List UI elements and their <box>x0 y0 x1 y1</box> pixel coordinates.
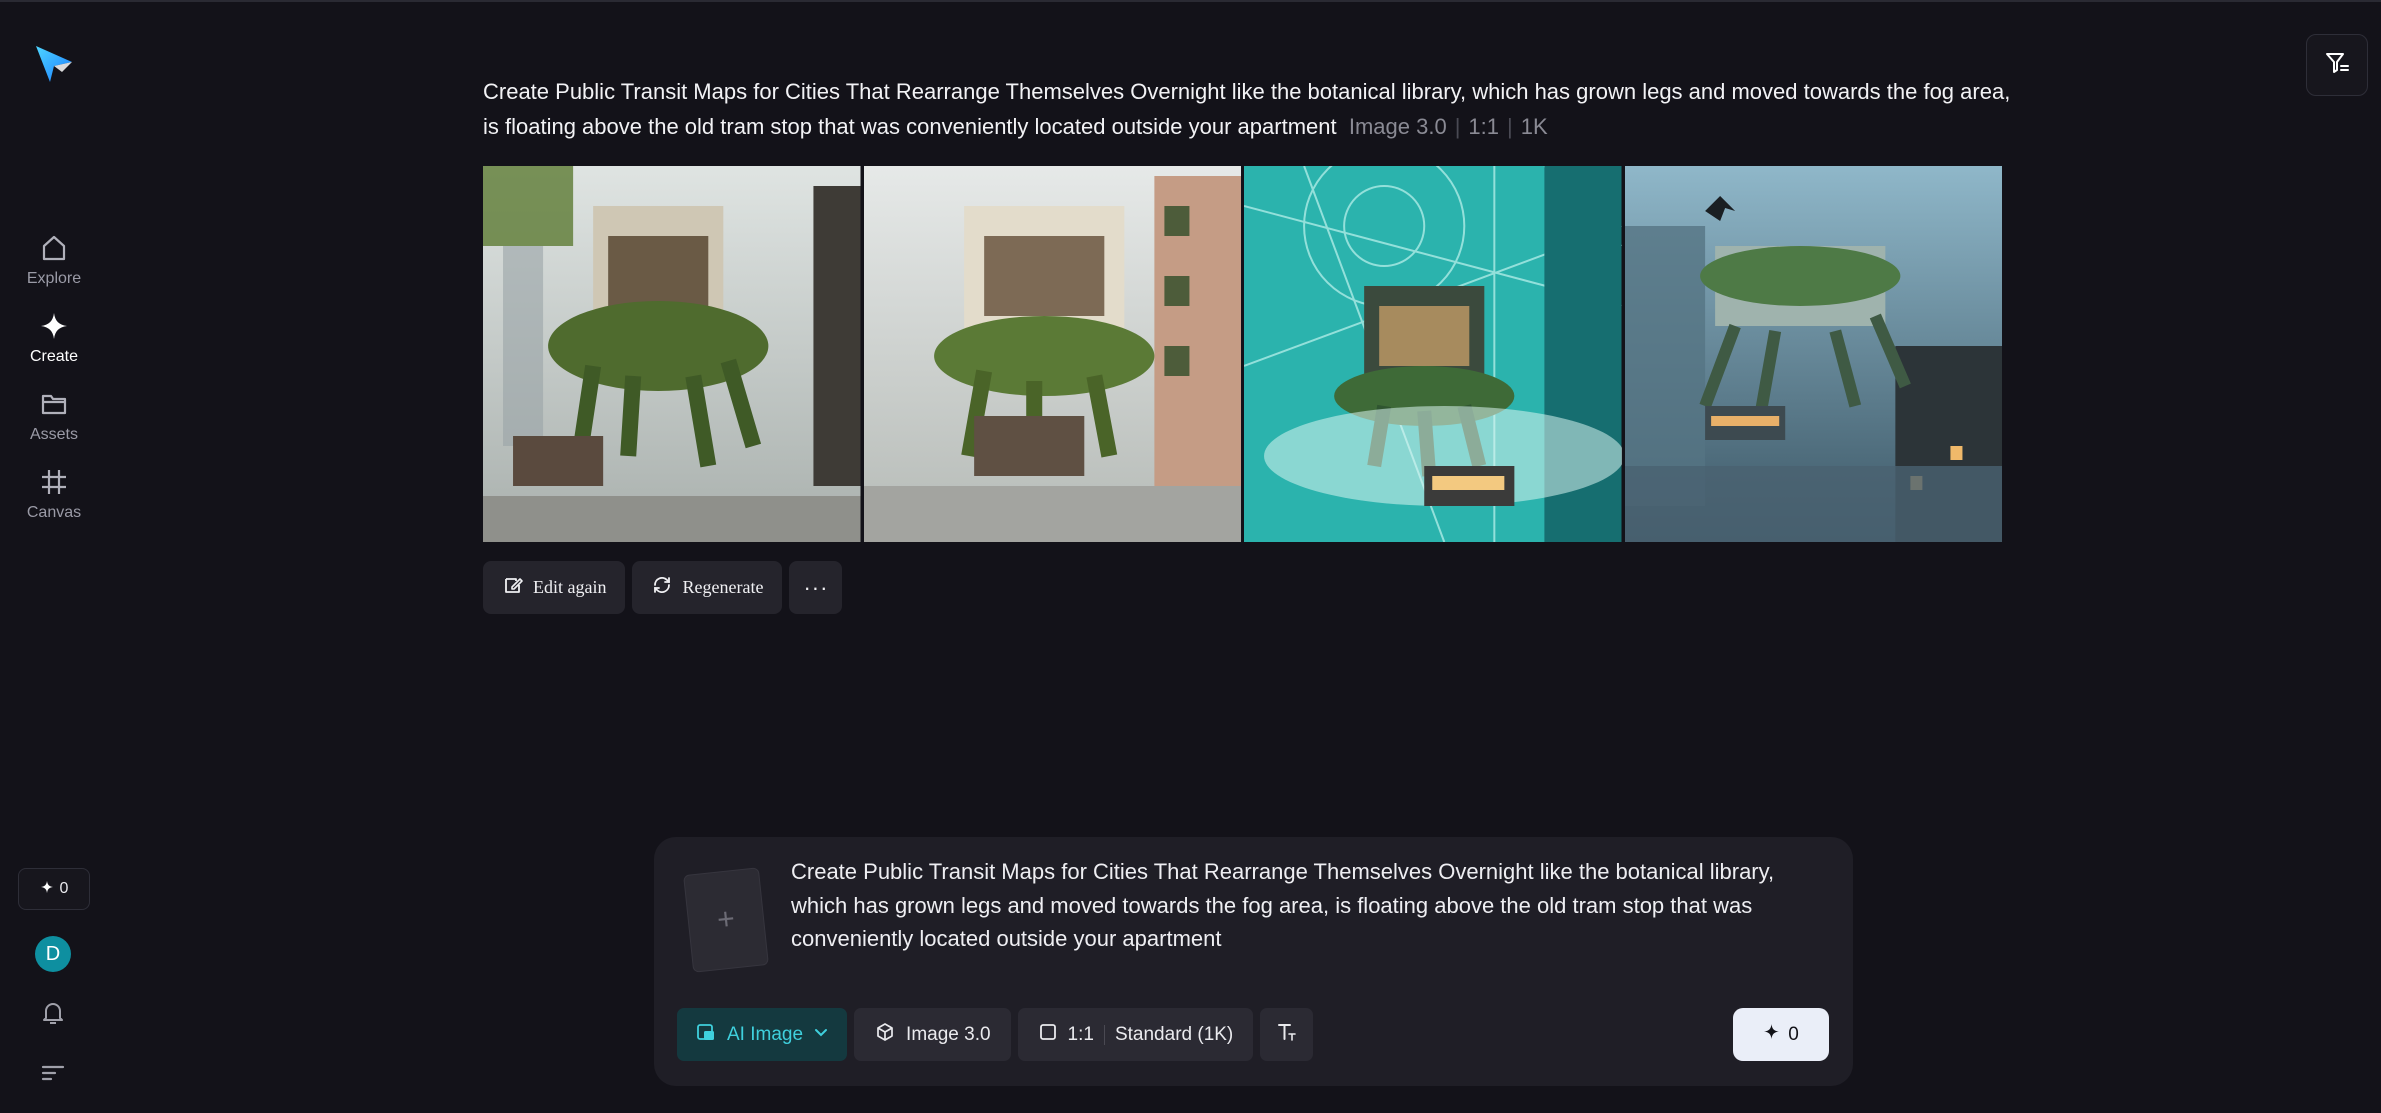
more-options-button[interactable]: ··· <box>789 561 843 614</box>
sidebar-item-label: Explore <box>26 270 82 287</box>
mode-selector[interactable]: AI Image <box>677 1008 848 1061</box>
mode-label: AI Image <box>727 1023 804 1045</box>
sidebar-item-label: Canvas <box>26 504 82 521</box>
sidebar-item-label: Assets <box>29 426 78 443</box>
generation-prompt: Create Public Transit Maps for Cities Th… <box>483 74 2013 144</box>
plus-icon: + <box>715 902 737 937</box>
sidebar-item-explore[interactable]: Explore <box>0 232 108 288</box>
square-icon <box>1038 1022 1058 1048</box>
prompt-text: Create Public Transit Maps for Cities Th… <box>483 79 2011 139</box>
regenerate-label: Regenerate <box>682 577 764 597</box>
text-format-icon <box>1275 1020 1299 1050</box>
edit-again-button[interactable]: Edit again <box>483 561 626 614</box>
chevron-down-icon <box>813 1024 829 1046</box>
more-icon: ··· <box>803 574 829 600</box>
edit-icon <box>502 574 524 601</box>
edit-again-label: Edit again <box>533 577 607 597</box>
model-selector[interactable]: Image 3.0 <box>854 1008 1011 1061</box>
model-label: Image 3.0 <box>1348 114 1447 139</box>
generated-image-2[interactable] <box>863 166 1241 542</box>
sidebar-item-assets[interactable]: Assets <box>0 388 108 444</box>
sidebar-item-label: Create <box>29 348 79 365</box>
divider <box>1103 1024 1105 1045</box>
reference-image-upload[interactable]: + <box>683 867 769 973</box>
generated-image-1[interactable] <box>483 166 861 542</box>
filter-icon <box>2323 49 2351 82</box>
generated-image-4[interactable] <box>1624 166 2002 542</box>
ratio-quality-selector[interactable]: 1:1 Standard (1K) <box>1017 1008 1254 1061</box>
sidebar: Explore Create Assets Canvas 0 D <box>0 2 108 1113</box>
sidebar-item-create[interactable]: Create <box>0 310 108 366</box>
ratio-label: 1:1 <box>1067 1023 1094 1045</box>
composer-toolbar: AI Image Image 3.0 1:1 Standard (1K) <box>677 1008 1314 1061</box>
regenerate-button[interactable]: Regenerate <box>632 561 783 614</box>
image-gallery <box>483 166 2002 542</box>
ratio-label: 1:1 <box>1468 114 1500 139</box>
generation-meta: Image 3.0 | 1:1 | 1K <box>1348 114 1548 139</box>
sparkle-icon <box>1763 1023 1780 1046</box>
avatar[interactable]: D <box>35 936 71 972</box>
sparkle-icon <box>38 310 70 342</box>
bell-icon[interactable] <box>38 998 68 1028</box>
generated-image-3[interactable] <box>1244 166 1622 542</box>
collapse-menu-icon[interactable] <box>40 1060 66 1086</box>
folder-icon <box>38 388 70 420</box>
sparkle-icon <box>40 880 54 899</box>
prompt-input[interactable]: Create Public Transit Maps for Cities Th… <box>791 855 1821 956</box>
text-style-button[interactable] <box>1260 1008 1314 1061</box>
credits-badge[interactable]: 0 <box>18 868 90 910</box>
resolution-label: 1K <box>1520 114 1548 139</box>
refresh-icon <box>651 574 673 601</box>
generate-button[interactable]: 0 <box>1733 1008 1829 1061</box>
generate-cost: 0 <box>1788 1023 1799 1045</box>
result-actions: Edit again Regenerate ··· <box>483 561 843 614</box>
quality-label: Standard (1K) <box>1114 1023 1234 1045</box>
filter-button[interactable] <box>2306 34 2368 96</box>
ai-image-icon <box>695 1021 717 1049</box>
home-icon <box>38 232 70 264</box>
cube-icon <box>874 1021 896 1049</box>
sidebar-item-canvas[interactable]: Canvas <box>0 466 108 522</box>
credits-count: 0 <box>59 880 69 897</box>
app-logo[interactable] <box>32 42 76 86</box>
model-label: Image 3.0 <box>906 1023 991 1045</box>
frame-icon <box>38 466 70 498</box>
prompt-composer: + Create Public Transit Maps for Cities … <box>654 837 1853 1086</box>
